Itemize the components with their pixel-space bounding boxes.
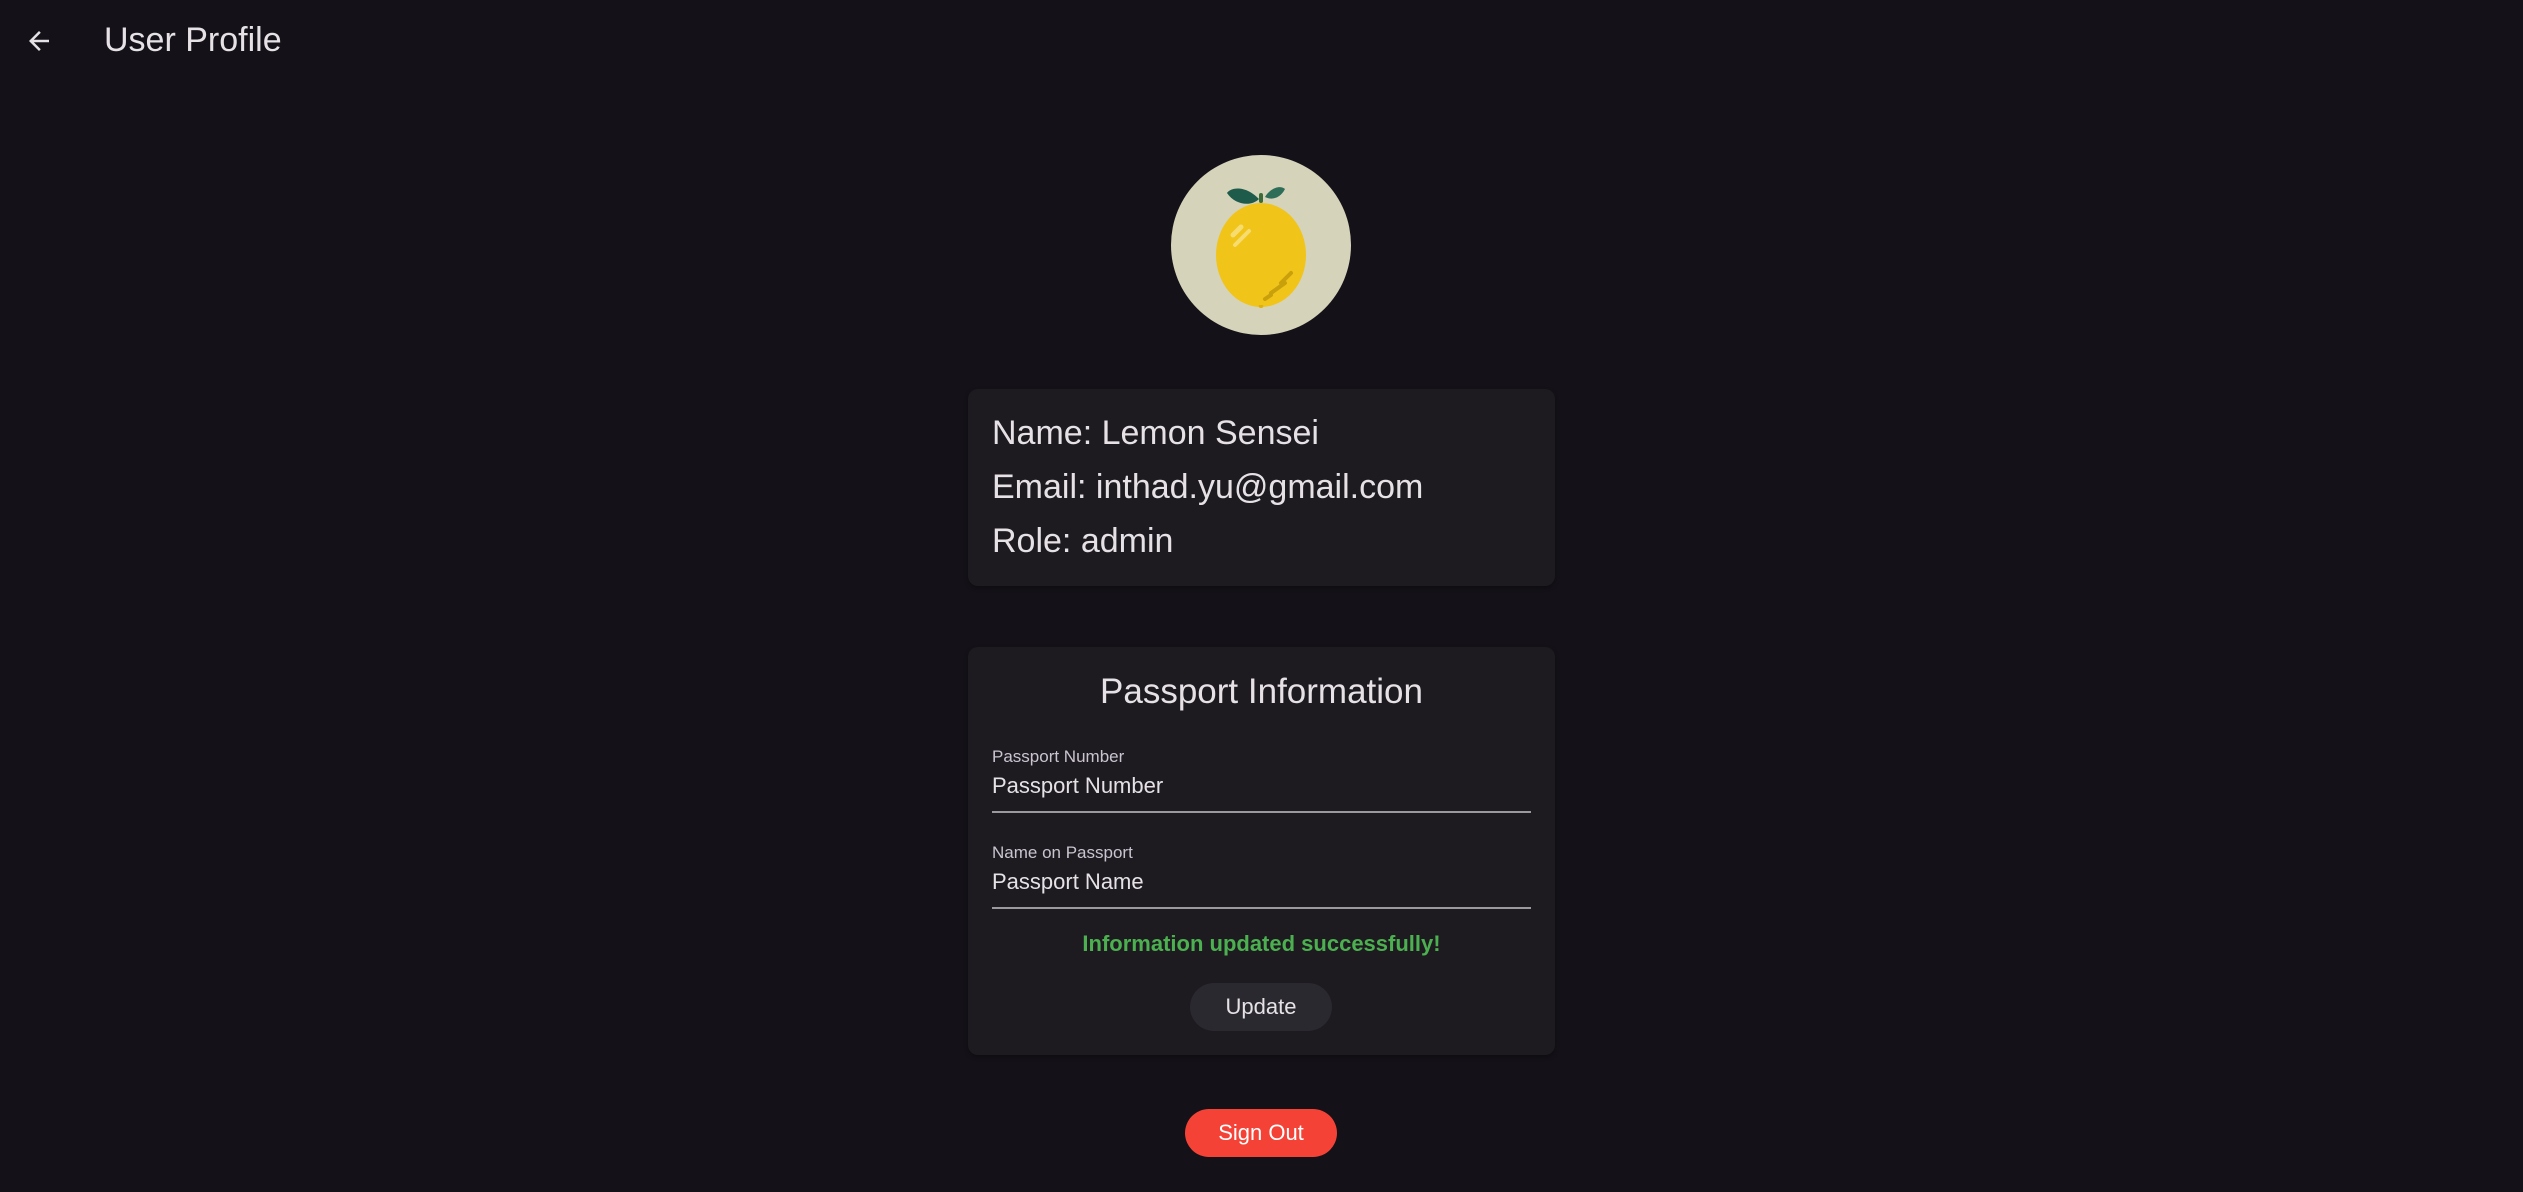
success-message: Information updated successfully! [1082, 931, 1441, 956]
profile-info-card: Name: Lemon Sensei Email: inthad.yu@gmai… [968, 389, 1555, 586]
passport-name-input[interactable] [992, 865, 1531, 899]
avatar [1171, 155, 1351, 335]
profile-name: Name: Lemon Sensei [992, 414, 1319, 452]
arrow-back-icon [29, 31, 49, 51]
update-button[interactable]: Update [1190, 983, 1332, 1031]
passport-name-field[interactable]: Name on Passport [992, 843, 1531, 909]
profile-role: Role: admin [992, 522, 1174, 560]
sign-out-button[interactable]: Sign Out [1185, 1109, 1337, 1157]
profile-email: Email: inthad.yu@gmail.com [992, 468, 1424, 506]
passport-name-label: Name on Passport [992, 843, 1133, 862]
back-button[interactable] [14, 16, 64, 66]
passport-number-field[interactable]: Passport Number [992, 747, 1531, 813]
page-title: User Profile [104, 21, 282, 59]
passport-title: Passport Information [1100, 672, 1423, 711]
passport-number-label: Passport Number [992, 747, 1125, 766]
lemon-icon [1216, 187, 1306, 308]
passport-number-input[interactable] [992, 769, 1531, 803]
app-bar: User Profile [0, 0, 2523, 82]
passport-card: Passport Information Passport Number Nam… [968, 647, 1555, 1055]
